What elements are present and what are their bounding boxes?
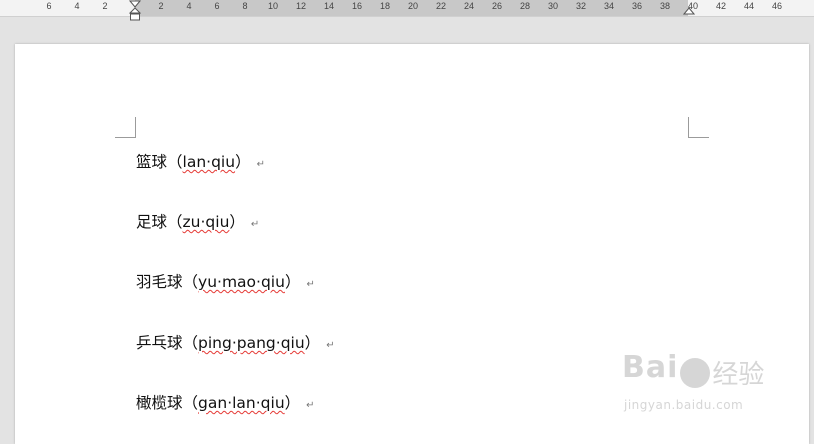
right-indent-marker[interactable] (683, 0, 695, 16)
paw-icon (680, 357, 711, 388)
document-line[interactable]: 足球（zu·qiu） ↵ (136, 210, 259, 232)
ruler-tick: 46 (771, 1, 783, 11)
watermark-url: jingyan.baidu.com (624, 398, 744, 412)
document-line[interactable]: 橄榄球（gan·lan·qiu） ↵ (136, 391, 315, 413)
hanzi-text: 篮球 (136, 153, 168, 171)
close-paren: ） (235, 153, 251, 171)
open-paren: （ (167, 153, 183, 171)
close-paren: ） (284, 273, 301, 291)
paragraph-mark-icon: ↵ (306, 279, 315, 290)
paragraph-mark-icon: ↵ (250, 219, 260, 230)
ruler-tick: 2 (102, 1, 108, 11)
open-paren: （ (182, 273, 199, 291)
margin-corner-top-right (688, 117, 709, 138)
open-paren: （ (167, 213, 183, 231)
ruler-tick: 22 (435, 1, 447, 11)
hanzi-text: 足球 (136, 213, 168, 231)
ruler-tick: 42 (715, 1, 727, 11)
pinyin-text: lan·qiu (182, 153, 236, 171)
ruler-tick: 10 (267, 1, 279, 11)
ruler-tick: 38 (659, 1, 671, 11)
watermark-cn-text: 经验 (712, 360, 765, 390)
open-paren: （ (182, 394, 199, 412)
hanzi-text: 橄榄球 (136, 394, 183, 412)
pinyin-text: ping·pang·qiu (198, 334, 305, 352)
ruler-tick: 6 (46, 1, 52, 11)
watermark-logo-text: Bai (622, 350, 679, 385)
pinyin-text: zu·qiu (182, 213, 230, 231)
open-paren: （ (182, 334, 199, 352)
ruler-tick: 12 (295, 1, 307, 11)
left-indent-marker[interactable] (129, 0, 141, 22)
ruler-tick: 26 (491, 1, 503, 11)
ruler-tick: 4 (186, 1, 192, 11)
ruler-tick: 14 (323, 1, 335, 11)
close-paren: ） (229, 213, 245, 231)
hanzi-text: 羽毛球 (136, 273, 183, 291)
paragraph-mark-icon: ↵ (326, 340, 335, 351)
horizontal-ruler[interactable]: 6 4 2 2 4 6 8 10 12 14 16 18 20 22 24 26… (0, 0, 814, 21)
paragraph-mark-icon: ↵ (256, 159, 265, 170)
ruler-tick: 44 (743, 1, 755, 11)
ruler-tick: 24 (463, 1, 475, 11)
pinyin-text: gan·lan·qiu (198, 394, 285, 412)
hanzi-text: 乒乓球 (136, 334, 183, 352)
ruler-tick: 16 (351, 1, 363, 11)
paragraph-mark-icon: ↵ (306, 400, 315, 411)
baidu-jingyan-watermark: Bai 经验 jingyan.baidu.com (622, 350, 765, 412)
ruler-tick: 28 (519, 1, 531, 11)
ruler-tick: 4 (74, 1, 80, 11)
pinyin-text: yu·mao·qiu (198, 273, 285, 291)
ruler-tick: 2 (158, 1, 164, 11)
ruler-tick: 20 (407, 1, 419, 11)
ruler-tick: 8 (242, 1, 248, 11)
margin-corner-top-left (115, 117, 136, 138)
document-line[interactable]: 篮球（lan·qiu） ↵ (136, 150, 265, 172)
ruler-tick: 30 (547, 1, 559, 11)
close-paren: ） (284, 394, 301, 412)
ruler-tick: 18 (379, 1, 391, 11)
ruler-tick: 32 (575, 1, 587, 11)
document-line[interactable]: 乒乓球（ping·pang·qiu） ↵ (136, 331, 335, 353)
ruler-tick: 34 (603, 1, 615, 11)
ruler-tick: 6 (214, 1, 220, 11)
document-line[interactable]: 羽毛球（yu·mao·qiu） ↵ (136, 270, 315, 292)
close-paren: ） (304, 334, 321, 352)
ruler-tick: 36 (631, 1, 643, 11)
